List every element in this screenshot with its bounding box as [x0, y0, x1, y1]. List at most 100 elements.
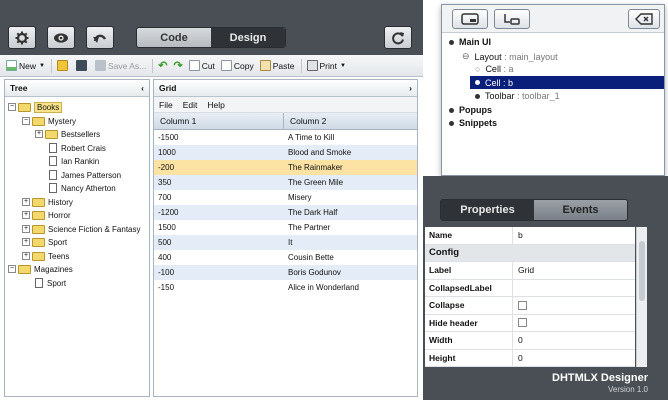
- table-row[interactable]: 1000 Blood and Smoke: [154, 145, 417, 160]
- paste-button[interactable]: Paste: [259, 60, 295, 71]
- minus-icon[interactable]: −: [22, 117, 30, 125]
- table-row[interactable]: 400 Cousin Bette: [154, 250, 417, 265]
- table-row[interactable]: 700 Misery: [154, 190, 417, 205]
- menu-help[interactable]: Help: [207, 100, 224, 110]
- new-button[interactable]: New ▼: [6, 60, 45, 71]
- tab-events[interactable]: Events: [534, 200, 627, 220]
- delete-button[interactable]: [628, 9, 660, 29]
- menu-edit[interactable]: Edit: [183, 100, 198, 110]
- tree-node-teens[interactable]: + Teens: [22, 250, 69, 262]
- grid-cell[interactable]: 700: [154, 193, 284, 202]
- grid-cell[interactable]: 350: [154, 178, 284, 187]
- collapse-checkbox[interactable]: [518, 300, 527, 310]
- tree-node-ian-rankin[interactable]: Ian Rankin: [49, 155, 99, 167]
- grid-cell[interactable]: The Rainmaker: [284, 163, 343, 172]
- refresh-button[interactable]: [384, 26, 412, 49]
- table-row[interactable]: -200 The Rainmaker: [154, 160, 417, 175]
- node-main-ui[interactable]: Main UI: [449, 37, 491, 47]
- tree-node-horror[interactable]: + Horror: [22, 209, 71, 221]
- grid-cell[interactable]: -150: [154, 283, 284, 292]
- preview-button[interactable]: [47, 26, 75, 49]
- grid-cell[interactable]: A Time to Kill: [284, 133, 334, 142]
- hide-header-checkbox[interactable]: [518, 318, 527, 328]
- table-row[interactable]: 1500 The Partner: [154, 220, 417, 235]
- grid-cell[interactable]: Cousin Bette: [284, 253, 334, 262]
- grid-cell[interactable]: 500: [154, 238, 284, 247]
- grid-cell[interactable]: The Dark Half: [284, 208, 337, 217]
- add-tree-node-button[interactable]: [494, 9, 530, 29]
- grid-cell[interactable]: -100: [154, 268, 284, 277]
- grid-cell[interactable]: 1000: [154, 148, 284, 157]
- save-button[interactable]: [75, 60, 89, 71]
- redo-toolbar-button[interactable]: ↷: [173, 59, 182, 72]
- grid-cell[interactable]: 1500: [154, 223, 284, 232]
- plus-icon[interactable]: +: [22, 225, 30, 233]
- grid-cell[interactable]: -1500: [154, 133, 284, 142]
- column-header-1[interactable]: Column 1: [154, 113, 284, 129]
- menu-file[interactable]: File: [159, 100, 173, 110]
- grid-cell[interactable]: Blood and Smoke: [284, 148, 351, 157]
- table-row[interactable]: 500 It: [154, 235, 417, 250]
- minus-icon[interactable]: −: [8, 265, 16, 273]
- prop-value-name[interactable]: b: [513, 230, 523, 240]
- tree-node-sport-magazine[interactable]: Sport: [35, 277, 66, 289]
- table-row[interactable]: -150 Alice in Wonderland: [154, 280, 417, 295]
- tree-node-mystery[interactable]: − Mystery: [22, 115, 76, 127]
- plus-icon[interactable]: +: [22, 238, 30, 246]
- tree-node-bestsellers[interactable]: + Bestsellers: [35, 128, 100, 140]
- properties-scrollbar[interactable]: [636, 227, 647, 367]
- plus-icon[interactable]: +: [35, 130, 43, 138]
- node-popups[interactable]: Popups: [449, 105, 492, 115]
- code-tab[interactable]: Code: [137, 28, 211, 47]
- plus-icon[interactable]: +: [22, 211, 30, 219]
- save-as-button[interactable]: Save As...: [94, 60, 146, 71]
- grid-cell[interactable]: -1200: [154, 208, 284, 217]
- cut-button[interactable]: Cut: [188, 60, 215, 71]
- tree-node-books[interactable]: − Books: [8, 101, 63, 113]
- prop-value-height[interactable]: 0: [513, 353, 523, 363]
- plus-icon[interactable]: +: [22, 252, 30, 260]
- prop-value-width[interactable]: 0: [513, 335, 523, 345]
- settings-button[interactable]: [8, 26, 36, 49]
- table-row[interactable]: -100 Boris Godunov: [154, 265, 417, 280]
- node-layout[interactable]: ⊖ Layout : main_layout: [462, 51, 558, 62]
- grid-cell[interactable]: The Partner: [284, 223, 330, 232]
- table-row[interactable]: -1500 A Time to Kill: [154, 130, 417, 145]
- undo-button[interactable]: [86, 26, 114, 49]
- grid-cell[interactable]: It: [284, 238, 292, 247]
- undo-toolbar-button[interactable]: ↶: [158, 59, 167, 72]
- grid-cell[interactable]: -200: [154, 163, 284, 172]
- tree-node-history[interactable]: + History: [22, 196, 73, 208]
- grid-cell[interactable]: Misery: [284, 193, 312, 202]
- node-sublabel: : b: [503, 77, 514, 88]
- node-cell-a[interactable]: ○ Cell : a: [475, 64, 513, 74]
- plus-icon[interactable]: +: [22, 198, 30, 206]
- tree-node-james-patterson[interactable]: James Patterson: [49, 169, 121, 181]
- minus-icon[interactable]: −: [8, 103, 16, 111]
- collapse-left-icon[interactable]: ‹: [141, 83, 144, 93]
- design-tab[interactable]: Design: [211, 28, 285, 47]
- node-cell-b[interactable]: Cell : b: [470, 76, 664, 89]
- tree-node-scifi[interactable]: + Science Fiction & Fantasy: [22, 223, 140, 235]
- prop-value-label[interactable]: Grid: [513, 265, 534, 275]
- tree-node-robert-crais[interactable]: Robert Crais: [49, 142, 106, 154]
- grid-cell[interactable]: Boris Godunov: [284, 268, 341, 277]
- tab-properties[interactable]: Properties: [441, 200, 534, 220]
- tree-node-nancy-atherton[interactable]: Nancy Atherton: [49, 182, 116, 194]
- scrollbar-thumb[interactable]: [639, 241, 645, 301]
- copy-button[interactable]: Copy: [220, 60, 254, 71]
- print-button[interactable]: Print ▼: [306, 60, 346, 71]
- table-row[interactable]: 350 The Green Mile: [154, 175, 417, 190]
- tree-node-magazines[interactable]: − Magazines: [8, 263, 73, 275]
- node-snippets[interactable]: Snippets: [449, 118, 497, 128]
- column-header-2[interactable]: Column 2: [284, 113, 326, 129]
- table-row[interactable]: -1200 The Dark Half: [154, 205, 417, 220]
- add-component-button[interactable]: [452, 9, 488, 29]
- expand-right-icon[interactable]: ›: [409, 83, 412, 93]
- node-toolbar[interactable]: Toolbar : toolbar_1: [475, 91, 560, 101]
- open-button[interactable]: [56, 60, 70, 71]
- grid-cell[interactable]: The Green Mile: [284, 178, 343, 187]
- grid-cell[interactable]: 400: [154, 253, 284, 262]
- tree-node-sport[interactable]: + Sport: [22, 236, 67, 248]
- grid-cell[interactable]: Alice in Wonderland: [284, 283, 359, 292]
